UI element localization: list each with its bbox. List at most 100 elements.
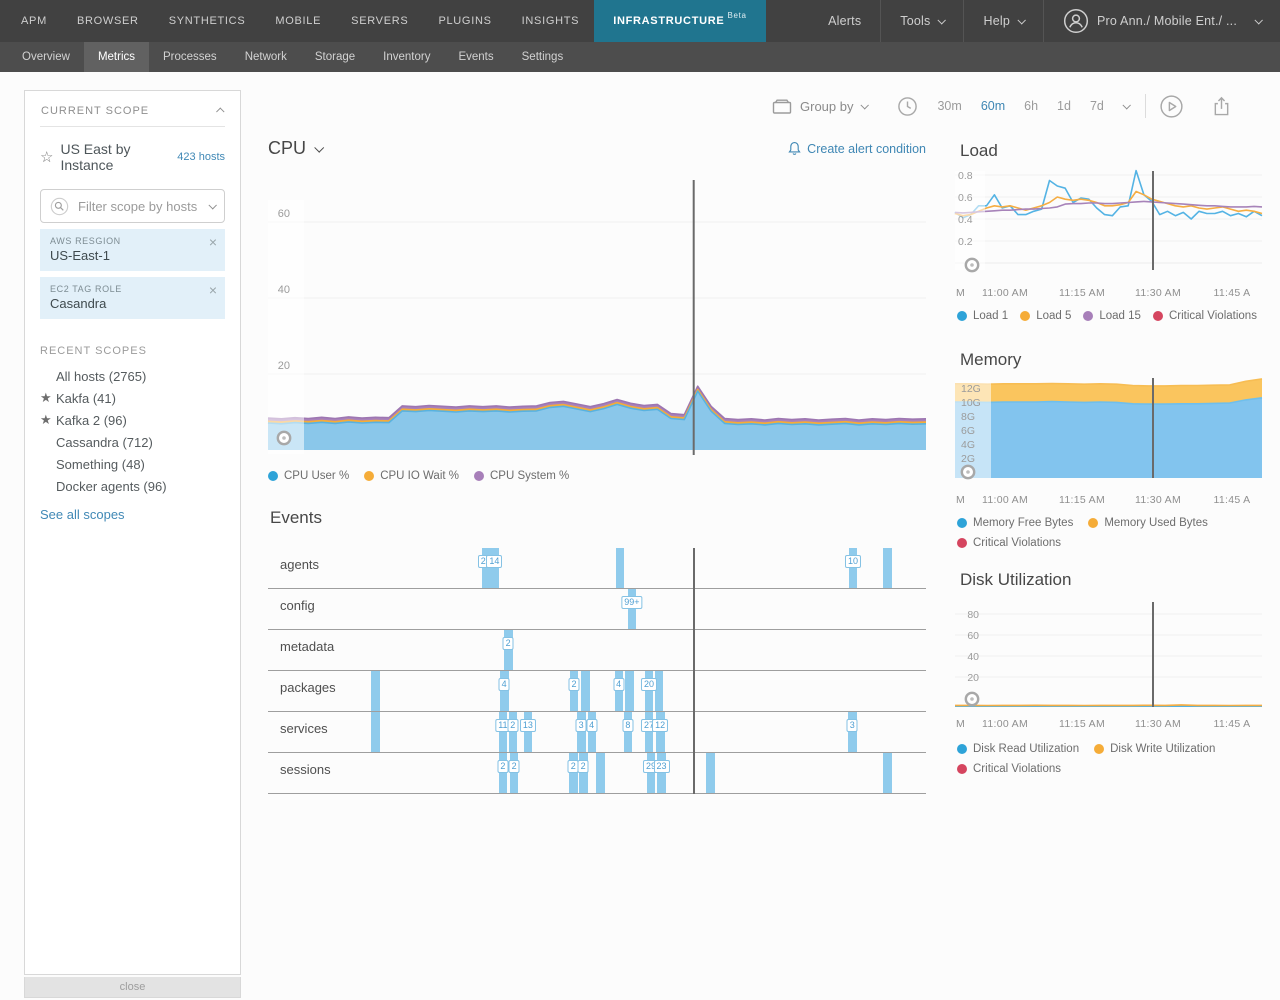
close-icon[interactable]: × xyxy=(209,283,217,297)
group-by-dropdown[interactable]: Group by xyxy=(772,98,867,115)
tab-metrics[interactable]: Metrics xyxy=(84,42,149,72)
event-bar[interactable] xyxy=(628,589,637,629)
event-bar[interactable] xyxy=(504,630,513,670)
alerts-menu[interactable]: Alerts xyxy=(809,0,880,42)
legend-item[interactable]: Critical Violations xyxy=(1153,310,1257,322)
event-bar[interactable] xyxy=(883,753,892,793)
help-menu[interactable]: Help xyxy=(963,0,1043,42)
event-count-badge[interactable]: 2 xyxy=(568,678,579,691)
disk-chart[interactable]: 80604020M11:00 AM11:15 AM11:30 AM11:45 A xyxy=(955,596,1262,736)
cpu-chart[interactable]: 604020 xyxy=(268,170,926,470)
recent-scope-item[interactable]: All hosts (2765) xyxy=(40,365,225,387)
event-count-badge[interactable]: 23 xyxy=(653,760,669,773)
event-bar[interactable] xyxy=(482,548,491,588)
filter-scope-input[interactable] xyxy=(76,198,202,215)
tab-processes[interactable]: Processes xyxy=(149,42,231,72)
event-bar[interactable] xyxy=(596,753,605,793)
nav-item-apm[interactable]: APM xyxy=(6,0,62,42)
legend-item[interactable]: Load 5 xyxy=(1020,310,1071,322)
event-bar[interactable] xyxy=(624,712,633,752)
timeframe-7d[interactable]: 7d xyxy=(1090,99,1104,113)
event-bar[interactable] xyxy=(615,671,624,711)
current-scope-header[interactable]: CURRENT SCOPE xyxy=(40,103,225,127)
event-bar[interactable] xyxy=(645,712,654,752)
event-bar[interactable] xyxy=(849,548,858,588)
event-bar[interactable] xyxy=(848,712,857,752)
scope-name[interactable]: US East by Instance xyxy=(60,141,177,173)
event-bar[interactable] xyxy=(655,671,664,711)
event-count-badge[interactable]: 4 xyxy=(499,678,510,691)
event-bar[interactable] xyxy=(656,712,665,752)
nav-item-synthetics[interactable]: SYNTHETICS xyxy=(154,0,261,42)
hide-series-eye-icon[interactable] xyxy=(966,259,978,271)
event-count-badge[interactable]: 4 xyxy=(613,678,624,691)
recent-scope-item[interactable]: Something (48) xyxy=(40,453,225,475)
hide-series-eye-icon[interactable] xyxy=(962,466,974,478)
legend-item[interactable]: Disk Read Utilization xyxy=(957,743,1079,755)
event-bar[interactable] xyxy=(625,671,634,711)
legend-item[interactable]: CPU User % xyxy=(268,470,349,482)
legend-item[interactable]: Disk Write Utilization xyxy=(1094,743,1215,755)
event-count-badge[interactable]: 20 xyxy=(641,678,657,691)
event-count-badge[interactable]: 8 xyxy=(622,719,633,732)
legend-item[interactable]: Memory Free Bytes xyxy=(957,517,1073,529)
legend-item[interactable]: Critical Violations xyxy=(957,537,1061,549)
create-alert-condition-link[interactable]: Create alert condition xyxy=(788,141,926,156)
account-menu[interactable]: Pro Ann./ Mobile Ent./ ... xyxy=(1043,0,1280,42)
event-count-badge[interactable]: 2 xyxy=(497,760,508,773)
tab-overview[interactable]: Overview xyxy=(8,42,84,72)
event-bar[interactable] xyxy=(490,548,499,588)
close-icon[interactable]: × xyxy=(209,235,217,249)
event-count-badge[interactable]: 13 xyxy=(520,719,536,732)
event-count-badge[interactable]: 99+ xyxy=(621,596,642,609)
load-chart[interactable]: 0.80.60.40.2M11:00 AM11:15 AM11:30 AM11:… xyxy=(955,168,1262,308)
share-export-button[interactable] xyxy=(1212,95,1231,117)
event-count-badge[interactable]: 3 xyxy=(847,719,858,732)
play-refresh-button[interactable] xyxy=(1159,94,1184,119)
event-bar[interactable] xyxy=(371,671,380,711)
event-bar[interactable] xyxy=(588,712,597,752)
recent-scope-item[interactable]: Cassandra (712) xyxy=(40,431,225,453)
nav-item-browser[interactable]: BROWSER xyxy=(62,0,154,42)
chevron-down-icon[interactable] xyxy=(1122,101,1130,109)
event-bar[interactable] xyxy=(577,712,586,752)
event-count-badge[interactable]: 3 xyxy=(576,719,587,732)
tools-menu[interactable]: Tools xyxy=(880,0,963,42)
timeframe-1d[interactable]: 1d xyxy=(1057,99,1071,113)
tab-settings[interactable]: Settings xyxy=(508,42,578,72)
nav-item-infrastructure-active[interactable]: INFRASTRUCTUREBeta xyxy=(594,0,766,42)
legend-item[interactable]: CPU IO Wait % xyxy=(364,470,459,482)
nav-item-insights[interactable]: INSIGHTS xyxy=(507,0,595,42)
chevron-down-icon[interactable] xyxy=(208,201,216,209)
sidebar-close-button[interactable]: close xyxy=(24,977,241,998)
recent-scope-item[interactable]: Docker agents (96) xyxy=(40,475,225,497)
event-bar[interactable] xyxy=(645,671,654,711)
nav-item-mobile[interactable]: MOBILE xyxy=(260,0,336,42)
event-bar[interactable] xyxy=(499,753,508,793)
tab-events[interactable]: Events xyxy=(444,42,507,72)
event-bar[interactable] xyxy=(706,753,715,793)
nav-item-plugins[interactable]: PLUGINS xyxy=(423,0,506,42)
event-bar[interactable] xyxy=(883,548,892,588)
tab-network[interactable]: Network xyxy=(231,42,301,72)
legend-item[interactable]: Critical Violations xyxy=(957,763,1061,775)
event-count-badge[interactable]: 12 xyxy=(652,719,668,732)
event-bar[interactable] xyxy=(647,753,656,793)
event-bar[interactable] xyxy=(579,753,588,793)
event-bar[interactable] xyxy=(569,753,578,793)
hide-series-eye-icon[interactable] xyxy=(278,432,290,444)
event-bar[interactable] xyxy=(570,671,579,711)
event-count-badge[interactable]: 14 xyxy=(486,555,502,568)
event-count-badge[interactable]: 2 xyxy=(509,760,520,773)
legend-item[interactable]: Load 15 xyxy=(1083,310,1141,322)
recent-scope-item[interactable]: ★Kakfa (41) xyxy=(40,387,225,409)
nav-item-servers[interactable]: SERVERS xyxy=(336,0,423,42)
event-bar[interactable] xyxy=(524,712,533,752)
memory-chart[interactable]: 12G10G8G6G4G2GM11:00 AM11:15 AM11:30 AM1… xyxy=(955,372,1262,512)
hide-series-eye-icon[interactable] xyxy=(966,693,978,705)
timeframe-60m[interactable]: 60m xyxy=(981,99,1005,113)
star-outline-icon[interactable]: ☆ xyxy=(40,148,53,166)
event-bar[interactable] xyxy=(509,712,518,752)
event-bar[interactable] xyxy=(371,712,380,752)
cpu-metric-dropdown[interactable]: CPU xyxy=(268,138,322,159)
